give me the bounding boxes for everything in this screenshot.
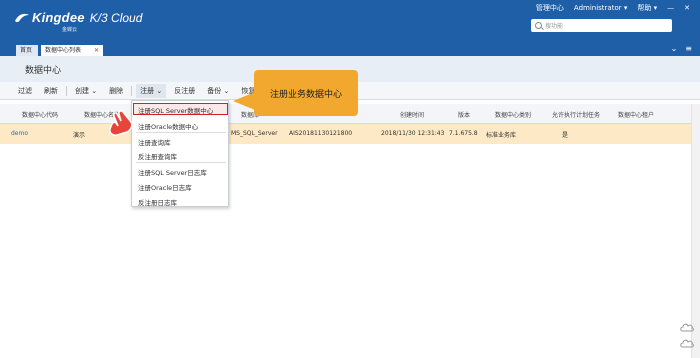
cloud-sync-icon[interactable]	[680, 338, 694, 348]
col-version[interactable]: 版本	[458, 110, 470, 119]
admin-center-link[interactable]: 管理中心	[536, 3, 564, 13]
cell-version: 7.1.675.8	[449, 130, 478, 137]
search-placeholder: 搜功能	[545, 23, 564, 30]
register-label: 注册	[140, 86, 155, 95]
register-button[interactable]: 注册 ⌄	[136, 83, 167, 98]
col-tenant[interactable]: 数据中心租户	[618, 110, 654, 119]
pointer-hand-icon	[109, 110, 133, 136]
unregister-button[interactable]: 反注册	[174, 86, 195, 96]
cell-category: 标准业务库	[486, 132, 517, 139]
tab-controls: ⌄ ≡	[671, 44, 692, 53]
col-category[interactable]: 数据中心类别	[495, 110, 531, 119]
menu-item-register-sqlserver[interactable]: 注册SQL Server数据中心	[138, 105, 213, 115]
close-icon[interactable]: ✕	[684, 4, 690, 12]
cell-schedule: 是	[562, 132, 569, 139]
menu-divider	[136, 132, 226, 133]
tab-home[interactable]: 首页	[16, 45, 38, 56]
minimize-icon[interactable]: —	[667, 4, 674, 12]
search-icon	[535, 22, 542, 29]
product-name: K/3 Cloud	[89, 10, 143, 25]
cell-db: AIS20181130121800	[289, 130, 353, 137]
tab-datacenter-list[interactable]: 数据中心列表 ✕	[41, 45, 103, 56]
user-menu[interactable]: Administrator ▾	[574, 4, 627, 12]
help-label: 帮助	[637, 4, 652, 12]
tab-close-icon[interactable]: ✕	[94, 45, 99, 56]
chevron-down-icon: ⌄	[91, 86, 98, 95]
cell-code[interactable]: demo	[11, 130, 28, 137]
col-schedule[interactable]: 允许执行计划任务	[552, 110, 600, 119]
tab-strip: 首页 数据中心列表 ✕ ⌄ ≡	[0, 44, 700, 56]
create-button[interactable]: 创建 ⌄	[75, 86, 97, 96]
callout-arrow	[233, 92, 255, 110]
delete-button[interactable]: 删除	[109, 86, 123, 96]
col-created[interactable]: 创建时间	[400, 110, 424, 119]
backup-button[interactable]: 备份 ⌄	[207, 86, 229, 96]
kingdee-bird-icon	[15, 13, 29, 22]
chevron-down-icon: ⌄	[223, 86, 230, 95]
menu-item-register-sql-log[interactable]: 注册SQL Server日志库	[138, 167, 207, 177]
refresh-button[interactable]: 刷新	[44, 86, 58, 96]
menu-item-unregister-query[interactable]: 反注册查询库	[138, 151, 177, 161]
tab-label: 数据中心列表	[45, 47, 82, 54]
backup-label: 备份	[207, 86, 222, 95]
cell-db-type: MS_SQL_Server	[231, 130, 278, 137]
cloud-icon[interactable]	[680, 322, 694, 332]
brand-cn: 金蝶云	[62, 27, 78, 33]
menu-item-register-oracle[interactable]: 注册Oracle数据中心	[138, 121, 198, 131]
cell-created: 2018/11/30 12:31:43	[381, 130, 445, 137]
page-title: 数据中心	[25, 66, 62, 76]
kingdee-logo: Kingdee K/3 Cloud 金蝶云	[14, 10, 143, 33]
register-dropdown-menu: 注册SQL Server数据中心 注册Oracle数据中心 注册查询库 反注册查…	[131, 100, 229, 207]
search-input[interactable]: 搜功能	[531, 19, 672, 32]
menu-divider	[136, 162, 226, 163]
user-name: Administrator	[573, 4, 622, 12]
top-header: Kingdee K/3 Cloud 金蝶云 管理中心 Administrator…	[0, 0, 700, 44]
callout-tooltip: 注册业务数据中心	[254, 70, 358, 116]
filter-button[interactable]: 过滤	[18, 86, 32, 96]
menu-item-register-query[interactable]: 注册查询库	[138, 137, 171, 147]
menu-item-register-oracle-log[interactable]: 注册Oracle日志库	[138, 182, 192, 192]
collapse-icon[interactable]: ⌄	[671, 44, 678, 53]
top-links: 管理中心 Administrator ▾ 帮助 ▾ — ✕	[536, 3, 690, 13]
cell-name: 演示	[73, 132, 86, 139]
toolbar-divider	[66, 85, 67, 96]
menu-icon[interactable]: ≡	[685, 44, 692, 53]
vertical-scrollbar[interactable]	[691, 104, 700, 358]
chevron-down-icon: ⌄	[156, 86, 163, 95]
brand-name: Kingdee	[32, 10, 85, 25]
toolbar-divider	[131, 85, 133, 96]
col-code[interactable]: 数据中心代码	[22, 110, 58, 119]
create-label: 创建	[75, 86, 89, 95]
menu-item-unregister-log[interactable]: 反注册日志库	[138, 197, 177, 207]
help-menu[interactable]: 帮助 ▾	[637, 3, 657, 13]
